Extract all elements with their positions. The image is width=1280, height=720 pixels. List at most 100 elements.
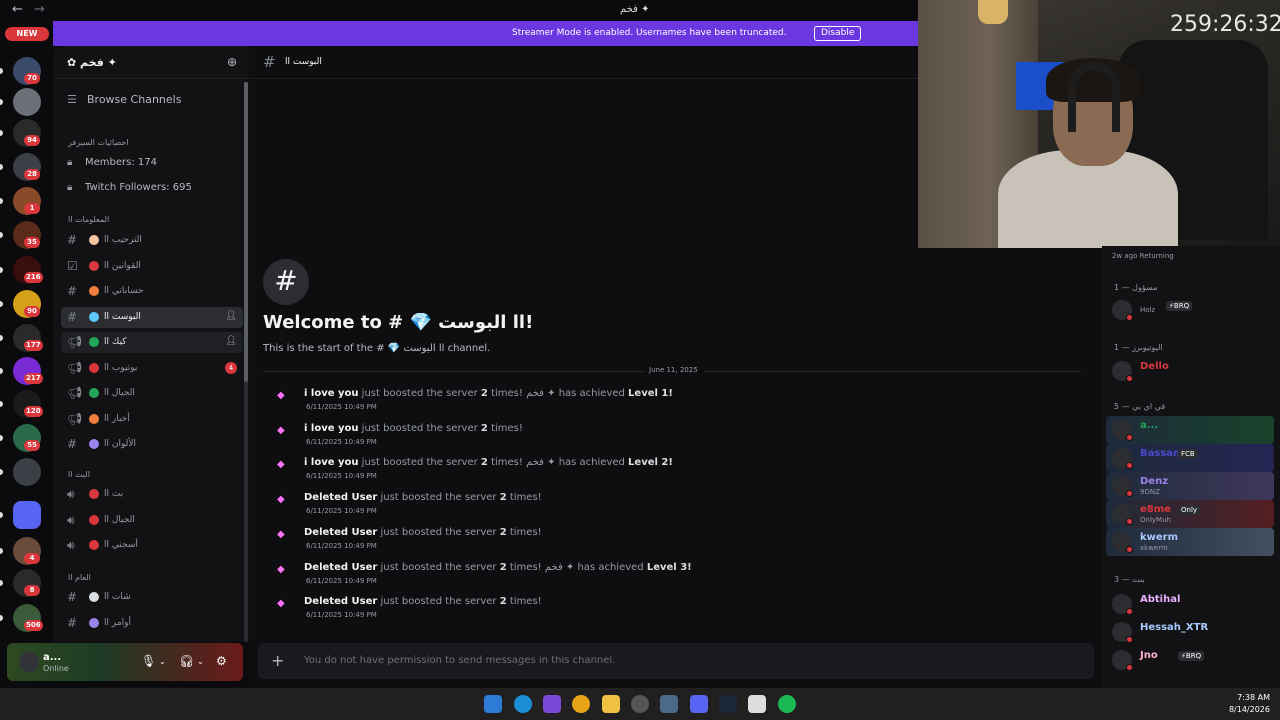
channel-item[interactable]: # شات اا xyxy=(61,587,243,608)
member-name[interactable]: Dello xyxy=(1140,361,1169,372)
message-timestamp: 6/11/2025 10:49 PM xyxy=(306,611,377,620)
member-row[interactable]: Denz 9DNZ xyxy=(1106,472,1274,500)
server-icon[interactable] xyxy=(13,501,41,529)
members-stat[interactable]: 🔒︎ Members: 174 xyxy=(67,157,157,168)
channel-label: يوتيوب اا xyxy=(104,362,138,373)
add-member-icon[interactable]: 👤︎ xyxy=(226,336,237,346)
channel-item[interactable]: 📢︎ الجيال اا xyxy=(61,383,243,404)
new-badge[interactable]: NEW xyxy=(5,27,49,41)
spotify-icon[interactable] xyxy=(778,695,796,713)
list-icon: ☰ xyxy=(67,93,77,106)
welcome-title: Welcome to # 💎 اا البوست! xyxy=(263,312,534,333)
status-dot xyxy=(1126,434,1133,441)
category-live[interactable]: البث اا xyxy=(68,470,90,479)
message-author[interactable]: i love you xyxy=(304,423,359,434)
channel-item[interactable]: 📢︎ أخبار اا xyxy=(61,409,243,430)
status-dot xyxy=(1126,664,1133,671)
app-icon[interactable] xyxy=(543,695,561,713)
member-name[interactable]: a... xyxy=(1140,420,1158,431)
server-icon[interactable] xyxy=(13,88,41,116)
channel-item[interactable]: 📢︎ كيك اا 👤︎ xyxy=(61,332,243,353)
member-list: مسؤول — 1 Holz ⚡BRQ اليوتيوبرز — 1 Dello في ا… xyxy=(1102,246,1280,688)
channel-item[interactable]: 📢︎ يوتيوب اا 4 xyxy=(61,358,243,379)
settings-gear-icon[interactable]: ⚙ xyxy=(216,654,227,668)
member-row[interactable]: e8me OnlyMuh Only xyxy=(1106,500,1274,528)
obs-icon[interactable] xyxy=(631,695,649,713)
member-name[interactable]: kwerm xyxy=(1140,532,1178,543)
back-arrow-icon[interactable]: ← xyxy=(12,2,23,17)
sidebar-scrollbar[interactable] xyxy=(244,82,248,642)
scrollbar-thumb[interactable] xyxy=(244,82,248,382)
member-row[interactable]: Jno ⚡BRQ xyxy=(1106,646,1274,674)
user-avatar[interactable] xyxy=(19,652,39,672)
mic-chevron-icon[interactable]: ⌄ xyxy=(159,657,166,666)
store-icon[interactable] xyxy=(660,695,678,713)
channel-item[interactable]: # أوامر اا xyxy=(61,613,243,634)
member-name[interactable]: e8me xyxy=(1140,504,1171,515)
member-name[interactable]: Abtihal xyxy=(1140,594,1180,605)
user-status: Online xyxy=(43,664,69,673)
member-row[interactable]: Dello xyxy=(1106,357,1274,385)
boost-gem-icon: ◆ xyxy=(277,528,285,540)
channel-item[interactable]: 🔊︎ الجيال اا xyxy=(61,510,243,531)
system-clock[interactable]: 7:38 AM 8/14/2026 xyxy=(1229,692,1270,716)
member-tag: Only xyxy=(1178,505,1201,515)
member-row[interactable]: Abtihal xyxy=(1106,590,1274,618)
app-icon-2[interactable] xyxy=(748,695,766,713)
channel-label: أسجني اا xyxy=(104,540,138,550)
windows-start-icon[interactable] xyxy=(484,695,502,713)
lock-icon: 🔒︎ xyxy=(67,157,73,168)
edge-browser-icon[interactable] xyxy=(514,695,532,713)
category-info[interactable]: المعلومات اا xyxy=(68,215,109,224)
message-author[interactable]: i love you xyxy=(304,457,359,468)
channel-label: البوست اا xyxy=(104,311,141,322)
channel-emoji-icon xyxy=(89,362,99,373)
message-author[interactable]: Deleted User xyxy=(304,596,377,607)
member-row[interactable]: a... xyxy=(1106,416,1274,444)
headphones-chevron-icon[interactable]: ⌄ xyxy=(197,657,204,666)
member-name[interactable]: Jno xyxy=(1140,650,1158,661)
file-explorer-icon[interactable] xyxy=(602,695,620,713)
message-author[interactable]: Deleted User xyxy=(304,527,377,538)
channel-item[interactable]: 🔊︎ بث اا xyxy=(61,484,243,505)
server-icon[interactable] xyxy=(13,458,41,486)
add-attachment-icon[interactable]: + xyxy=(271,651,284,670)
user-panel: a... Online 🎙︎ ⌄ 🎧︎ ⌄ ⚙ xyxy=(7,643,243,681)
forward-arrow-icon[interactable]: → xyxy=(34,2,45,17)
member-row[interactable]: Bassam FCB xyxy=(1106,444,1274,472)
category-general[interactable]: العام اا xyxy=(68,573,91,582)
microphone-icon[interactable]: 🎙︎ xyxy=(141,654,156,668)
followers-label: Twitch Followers: 695 xyxy=(85,182,192,193)
server-header[interactable]: ✿ فخم ✦ ⊕ xyxy=(53,46,249,79)
discord-icon[interactable] xyxy=(690,695,708,713)
followers-stat[interactable]: 🔒︎ Twitch Followers: 695 xyxy=(67,182,192,193)
member-row[interactable]: Holz ⚡BRQ xyxy=(1106,296,1274,324)
member-name[interactable]: Bassam xyxy=(1140,448,1183,459)
invite-people-icon[interactable]: ⊕ xyxy=(227,55,237,69)
member-row[interactable]: kwerm xkwerm xyxy=(1106,528,1274,556)
channel-item[interactable]: # الترحيب اا xyxy=(61,230,243,251)
headphones-icon[interactable]: 🎧︎ xyxy=(179,654,194,668)
channel-item[interactable]: # حساباتي اا xyxy=(61,281,243,302)
member-name[interactable]: Denz xyxy=(1140,476,1168,487)
member-name[interactable]: Hessah_XTR xyxy=(1140,622,1208,633)
chrome-icon[interactable] xyxy=(572,695,590,713)
user-name[interactable]: a... xyxy=(43,652,61,663)
category-stats[interactable]: احصائيات السيرفر xyxy=(68,138,129,147)
server-name[interactable]: ✿ فخم ✦ xyxy=(67,56,117,69)
message-author[interactable]: i love you xyxy=(304,388,359,399)
member-row[interactable]: Hessah_XTR xyxy=(1106,618,1274,646)
steam-icon[interactable] xyxy=(719,695,737,713)
browse-channels[interactable]: ☰ Browse Channels xyxy=(67,93,181,106)
message-author[interactable]: Deleted User xyxy=(304,562,377,573)
message-composer[interactable]: + You do not have permission to send mes… xyxy=(258,643,1094,679)
mention-badge: 4 xyxy=(225,361,237,374)
add-member-icon[interactable]: 👤︎ xyxy=(226,311,237,321)
disable-button[interactable]: Disable xyxy=(814,26,862,41)
channel-item[interactable]: 🔊︎ أسجني اا xyxy=(61,535,243,556)
channel-item[interactable]: # الألوان اا xyxy=(61,434,243,455)
channel-item[interactable]: ☑ القوانين اا xyxy=(61,256,243,277)
message-author[interactable]: Deleted User xyxy=(304,492,377,503)
channel-item[interactable]: # البوست اا 👤︎ xyxy=(61,306,243,328)
mention-badge: 1 xyxy=(24,203,40,214)
